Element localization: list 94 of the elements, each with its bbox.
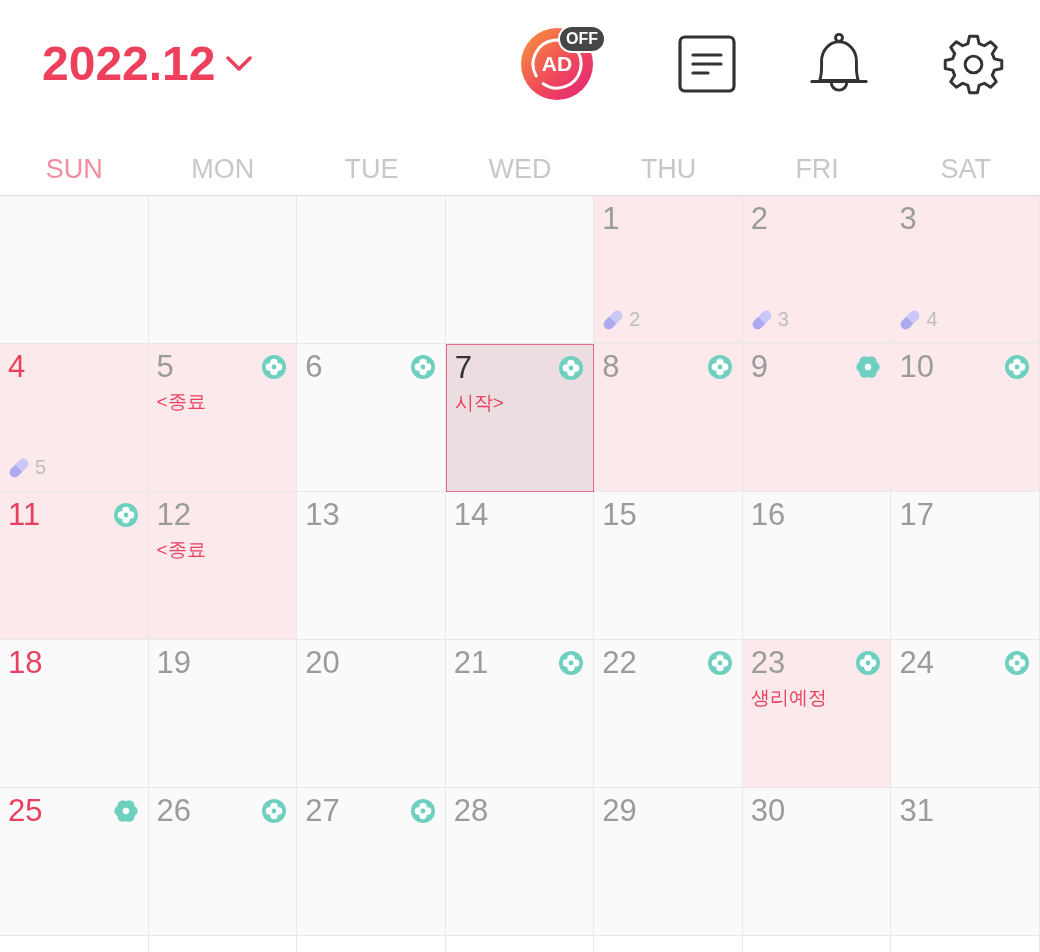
document-icon[interactable] (678, 35, 736, 93)
flower-disc-icon (262, 799, 287, 823)
flower-disc-icon (559, 356, 584, 380)
day-number: 9 (750, 349, 769, 385)
day-cell[interactable]: 23 생리예정 (742, 640, 892, 788)
event-note: 생리예정 (750, 686, 827, 709)
day-cell[interactable]: 30 (742, 788, 892, 936)
pill-count: 5 (35, 456, 47, 479)
caret-icon (225, 56, 252, 72)
day-number: 16 (750, 497, 786, 533)
flower-icon (856, 355, 881, 379)
day-number: 6 (305, 349, 323, 385)
pill-icon (899, 308, 922, 331)
day-cell[interactable]: 15 (594, 492, 743, 640)
day-number: 15 (602, 497, 637, 533)
day-number: 10 (899, 349, 934, 385)
day-cell[interactable]: 24 (891, 640, 1040, 788)
month-picker[interactable]: 2022.12 (42, 36, 252, 92)
day-number: 27 (305, 793, 340, 829)
day-number: 3 (899, 201, 917, 237)
day-number: 22 (602, 645, 637, 681)
day-cell[interactable]: 8 (594, 344, 743, 492)
flower-disc-icon (559, 651, 584, 675)
pill-icon (750, 308, 773, 331)
day-cell[interactable]: 9 (742, 344, 892, 492)
settings-icon[interactable] (942, 32, 1005, 96)
day-number: 8 (602, 349, 620, 385)
day-number: 14 (453, 497, 489, 533)
day-number: 4 (8, 349, 26, 385)
flower-disc-icon (707, 651, 732, 675)
day-number: 21 (453, 645, 489, 681)
day-cell[interactable]: 17 (891, 492, 1040, 640)
flower-disc-icon (856, 651, 881, 675)
pill-icon (8, 456, 30, 479)
day-number: 20 (305, 645, 340, 681)
day-number: 2 (750, 201, 769, 237)
day-cell[interactable]: 7 시작> (445, 344, 595, 492)
flower-disc-icon (410, 355, 435, 379)
weekday-label: SUN (45, 154, 103, 185)
day-number: 28 (453, 793, 489, 829)
day-cell[interactable]: 27 (297, 788, 446, 936)
day-cell[interactable]: 20 (297, 640, 446, 788)
day-cell[interactable]: 18 (0, 640, 149, 788)
flower-disc-icon (707, 355, 732, 379)
event-note: 시작> (454, 391, 504, 414)
day-number: 29 (602, 793, 637, 829)
day-number: 25 (8, 793, 43, 829)
day-cell[interactable]: 11 (0, 492, 149, 640)
flower-icon (113, 799, 138, 823)
flower-disc-icon (113, 503, 138, 527)
day-number: 17 (899, 497, 934, 533)
flower-disc-icon (262, 355, 287, 379)
day-number: 26 (156, 793, 192, 829)
day-number: 5 (156, 349, 174, 385)
day-cell[interactable]: 31 (891, 788, 1040, 936)
day-number: 19 (156, 645, 192, 681)
day-cell[interactable]: 1 2 (594, 196, 743, 344)
pill-icon (602, 308, 625, 331)
pill-count: 4 (926, 308, 938, 331)
flower-disc-icon (1005, 355, 1029, 379)
flower-disc-icon (410, 799, 435, 823)
day-cell[interactable]: 4 5 (0, 344, 149, 492)
day-cell[interactable]: 14 (445, 492, 595, 640)
day-cell[interactable]: 10 (891, 344, 1040, 492)
day-cell[interactable]: 3 4 (891, 196, 1040, 344)
day-cell[interactable]: 19 (148, 640, 298, 788)
day-cell[interactable]: 26 (148, 788, 298, 936)
day-number: 1 (602, 201, 620, 237)
day-cell[interactable]: 25 (0, 788, 149, 936)
day-number: 11 (8, 497, 41, 533)
day-cell[interactable]: 22 (594, 640, 743, 788)
day-cell[interactable]: 21 (445, 640, 595, 788)
day-cell[interactable]: 29 (594, 788, 743, 936)
day-number: 30 (750, 793, 786, 829)
event-note: <종료 (156, 538, 206, 561)
day-cell[interactable]: 28 (445, 788, 595, 936)
day-cell[interactable]: 5 <종료 (148, 344, 298, 492)
day-number: 31 (899, 793, 934, 829)
pill-count: 3 (777, 308, 789, 331)
event-note: <종료 (156, 390, 206, 413)
day-number: 12 (156, 497, 192, 533)
day-number: 18 (8, 645, 43, 681)
day-cell[interactable]: 2 3 (742, 196, 892, 344)
day-number: 7 (454, 350, 472, 386)
day-cell[interactable]: 12 <종료 (148, 492, 298, 640)
day-number: 13 (305, 497, 340, 533)
day-number: 24 (899, 645, 934, 681)
day-cell[interactable]: 16 (742, 492, 892, 640)
off-badge: OFF (558, 25, 606, 53)
day-number: 23 (750, 645, 786, 681)
pill-count: 2 (629, 308, 641, 331)
day-cell[interactable]: 6 (297, 344, 446, 492)
flower-disc-icon (1005, 651, 1029, 675)
day-cell[interactable]: 13 (297, 492, 446, 640)
